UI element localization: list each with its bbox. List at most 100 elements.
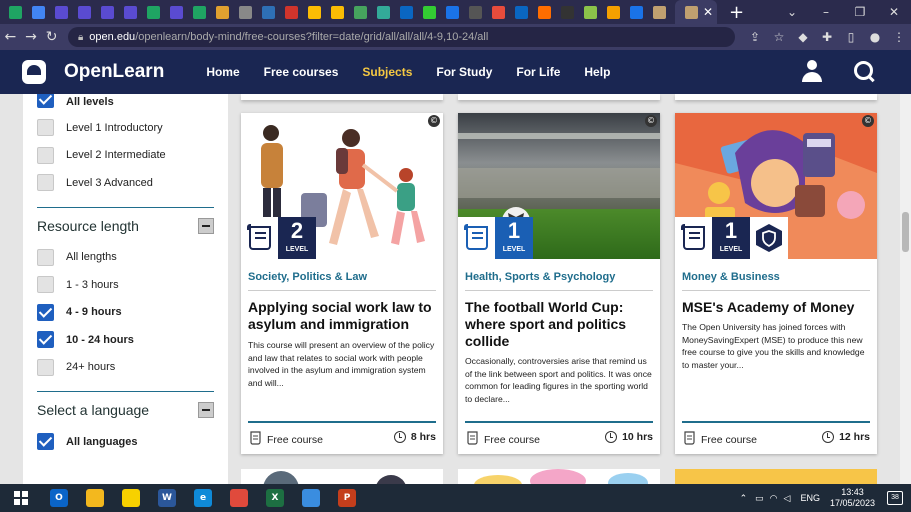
search-icon[interactable] [853,60,875,82]
filter-all-lengths[interactable]: All lengths [37,244,214,272]
network-icon[interactable]: ▭ [755,493,764,504]
tab-favicon-icon[interactable] [32,5,45,19]
tab-favicon-icon[interactable] [78,5,91,19]
chevron-up-icon[interactable]: ⌃ [740,493,748,504]
windows-start-icon[interactable] [12,489,30,507]
tab-favicon-icon[interactable] [354,5,367,19]
tab-favicon-icon[interactable] [124,5,137,19]
course-card[interactable] [675,469,877,484]
collapse-button[interactable] [198,217,214,234]
course-card[interactable] [241,469,443,484]
word-icon[interactable]: W [158,489,176,507]
checkbox[interactable] [37,303,54,321]
tab-favicon-icon[interactable] [331,5,344,19]
tab-favicon-icon[interactable] [262,5,275,19]
close-tab-icon[interactable]: ✕ [703,5,713,19]
filter-10-24-hours[interactable]: 10 - 24 hours [37,326,214,354]
puzzle-icon[interactable]: ✚ [815,30,839,44]
course-category[interactable]: Society, Politics & Law [248,271,367,283]
filter-level-3[interactable]: Level 3 Advanced [37,169,214,197]
checkbox[interactable] [37,248,54,266]
course-title[interactable]: MSE's Academy of Money [682,299,870,316]
filter-24-plus-hours[interactable]: 24+ hours [37,354,214,382]
reload-icon[interactable]: ↻ [41,29,62,45]
wifi-icon[interactable]: ◠ [770,493,778,504]
tab-favicon-icon[interactable] [469,5,482,19]
filter-level-1[interactable]: Level 1 Introductory [37,114,214,142]
minimize-button[interactable]: – [809,5,843,19]
tab-favicon-icon[interactable] [101,5,114,19]
tab-favicon-icon[interactable] [239,5,252,19]
tab-favicon-icon[interactable] [653,5,666,19]
page-scrollbar[interactable] [900,94,911,484]
forward-arrow-icon[interactable]: → [21,29,42,45]
tab-favicon-icon[interactable] [147,5,160,19]
powerpoint-icon[interactable]: P [338,489,356,507]
nav-for-study[interactable]: For Study [436,65,492,79]
tab-favicon-icon[interactable] [561,5,574,19]
address-bar[interactable]: 🔒︎ open.edu /openlearn/body-mind/free-co… [67,27,736,47]
tab-favicon-icon[interactable] [9,5,22,19]
lock-icon[interactable]: 🔒︎ [78,32,83,43]
course-title[interactable]: Applying social work law to asylum and i… [248,299,436,333]
extension-icon[interactable]: ◆ [791,30,815,44]
open-university-logo-icon[interactable] [22,60,46,84]
outlook-icon[interactable]: O [50,489,68,507]
tab-search-icon[interactable]: ⌄ [775,5,809,19]
new-tab-button[interactable]: + [729,2,744,23]
close-window-button[interactable]: ✕ [877,5,911,19]
taskbar-clock[interactable]: 13:43 17/05/2023 [830,487,875,509]
restore-button[interactable]: ❐ [843,5,877,19]
scrollbar-thumb[interactable] [902,212,909,252]
tab-favicon-icon[interactable] [538,5,551,19]
course-category[interactable]: Money & Business [682,271,780,283]
filter-all-levels[interactable]: All levels [37,94,214,108]
filter-all-languages[interactable]: All languages [37,428,214,456]
course-category[interactable]: Health, Sports & Psychology [465,271,615,283]
checkbox[interactable] [37,119,54,137]
course-card[interactable] [458,469,660,484]
notification-center-icon[interactable]: 38 [887,491,903,505]
filter-4-9-hours[interactable]: 4 - 9 hours [37,299,214,327]
bookmark-star-icon[interactable]: ☆ [767,30,791,44]
language-indicator[interactable]: ENG [800,493,820,503]
tab-favicon-icon[interactable] [492,5,505,19]
photos-icon[interactable] [302,489,320,507]
active-tab[interactable]: ✕ [675,0,717,24]
user-account-icon[interactable] [801,60,823,82]
checkbox[interactable] [37,276,54,294]
menu-dots-icon[interactable]: ⋮ [887,30,911,44]
tab-favicon-icon[interactable] [55,5,68,19]
filter-level-2[interactable]: Level 2 Intermediate [37,142,214,170]
tab-favicon-icon[interactable] [193,5,206,19]
nav-help[interactable]: Help [584,65,610,79]
edge-icon[interactable]: e [194,489,212,507]
nav-free-courses[interactable]: Free courses [264,65,339,79]
nav-subjects[interactable]: Subjects [362,65,412,79]
tab-favicon-icon[interactable] [607,5,620,19]
tab-favicon-icon[interactable] [584,5,597,19]
site-brand[interactable]: OpenLearn [64,61,164,83]
tab-favicon-icon[interactable] [400,5,413,19]
course-title[interactable]: The football World Cup: where sport and … [465,299,653,350]
volume-icon[interactable]: ◁ [784,493,791,504]
sidebar-icon[interactable]: ▯ [839,30,863,44]
course-card[interactable]: © 1 LEVEL Health, Sports & Psychology Th… [458,113,660,454]
nav-home[interactable]: Home [206,65,239,79]
tab-favicon-icon[interactable] [308,5,321,19]
profile-avatar[interactable]: ● [863,30,887,44]
tab-favicon-icon[interactable] [285,5,298,19]
sticky-notes-icon[interactable] [122,489,140,507]
tab-favicon-icon[interactable] [170,5,183,19]
collapse-button[interactable] [198,402,214,418]
filter-1-3-hours[interactable]: 1 - 3 hours [37,271,214,299]
nav-for-life[interactable]: For Life [516,65,560,79]
course-card[interactable]: © 1 LEVEL Money & Business MSE's Academy… [675,113,877,454]
tab-favicon-icon[interactable] [216,5,229,19]
checkbox[interactable] [37,433,54,451]
tab-favicon-icon[interactable] [515,5,528,19]
tab-favicon-icon[interactable] [423,5,436,19]
tab-favicon-icon[interactable] [446,5,459,19]
share-icon[interactable]: ⇪ [743,30,767,44]
checkbox[interactable] [37,146,54,164]
